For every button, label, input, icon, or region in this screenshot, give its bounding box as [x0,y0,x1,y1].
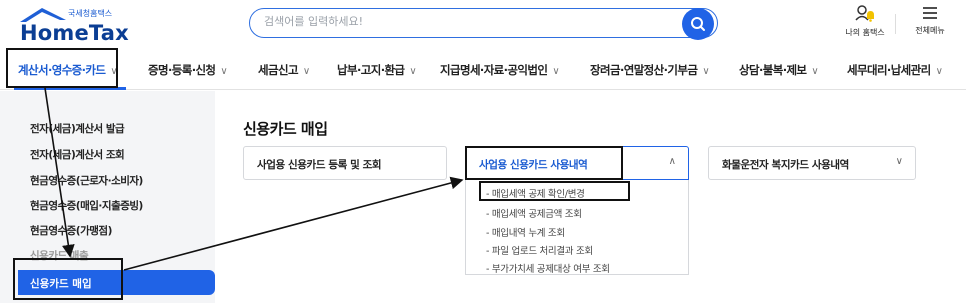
chevron-down-icon: ∨ [409,66,417,77]
sidebar-item-e-invoice-issue[interactable]: 전자(세금)계산서 발급 [30,121,125,136]
submenu-item-deduction-amount[interactable]: - 매입세액 공제금액 조회 [486,206,582,220]
search-bar [249,8,718,38]
chevron-up-icon: ∧ [668,156,676,167]
sidebar-item-cash-receipt-purchase[interactable]: 현금영수증(매입·지출증빙) [30,198,143,213]
gnb-item-payment[interactable]: 납부·고지·환급 ∨ [337,62,417,78]
header: 국세청홈택스 HomeTax 나의 홈택스 [0,0,966,48]
submenu-item-vat-eligibility[interactable]: - 부가가치세 공제대상 여부 조회 [486,261,610,275]
all-menu-button[interactable]: 전체메뉴 [905,4,955,44]
my-hometax-button[interactable]: 나의 홈택스 [838,4,892,44]
submenu-item-upload-result[interactable]: - 파일 업로드 처리결과 조회 [486,243,593,257]
chevron-down-icon: ∨ [302,66,310,77]
sidebar-item-cash-receipt-consumer[interactable]: 현금영수증(근로자·소비자) [30,173,143,188]
gnb-item-incentives[interactable]: 장려금·연말정산·기부금 ∨ [590,62,710,78]
search-input[interactable] [264,15,674,28]
gnb-item-certificates[interactable]: 증명·등록·신청 ∨ [148,62,228,78]
chevron-down-icon: ∨ [935,66,943,77]
chevron-down-icon: ∨ [702,66,710,77]
sidebar-item-cash-receipt-merchant[interactable]: 현금영수증(가맹점) [30,223,112,238]
card-label: 사업용 신용카드 등록 및 조회 [257,159,382,171]
card-business-card-register[interactable]: 사업용 신용카드 등록 및 조회 [243,146,447,180]
gnb-item-tax-filing[interactable]: 세금신고 ∨ [258,62,310,78]
gnb-label: 지급명세·자료·공익법인 [440,63,548,77]
highlight-box-gnb [6,48,118,88]
gnb-label: 증명·등록·신청 [148,63,216,77]
gnb-item-tax-agent[interactable]: 세무대리·납세관리 ∨ [847,62,943,78]
all-menu-label: 전체메뉴 [915,26,945,35]
chevron-down-icon: ∨ [220,66,228,77]
logo-subtitle: 국세청홈택스 [68,9,113,18]
submenu-item-cumulative[interactable]: - 매입내역 누계 조회 [486,225,565,239]
logo-title: HomeTax [20,21,129,45]
card-cargo-driver-welfare[interactable]: 화물운전자 복지카드 사용내역 ∨ [708,146,916,180]
search-icon [691,17,705,31]
my-hometax-label: 나의 홈택스 [845,28,885,37]
gnb-label: 납부·고지·환급 [337,63,405,77]
hamburger-icon [923,7,937,19]
highlight-box-sidebar [13,258,123,300]
hometax-page: 국세청홈택스 HomeTax 나의 홈택스 [0,0,966,303]
chevron-down-icon: ∨ [811,66,819,77]
gnb-item-consultation[interactable]: 상담·불복·제보 ∨ [739,62,819,78]
gnb-label: 세무대리·납세관리 [847,63,931,77]
card-label: 화물운전자 복지카드 사용내역 [722,159,849,171]
sidebar-item-e-invoice-search[interactable]: 전자(세금)계산서 조회 [30,147,125,162]
chevron-down-icon: ∨ [552,66,560,77]
gnb-label: 장려금·연말정산·기부금 [590,63,698,77]
page-title: 신용카드 매입 [243,120,328,138]
gnb-item-statements[interactable]: 지급명세·자료·공익법인 ∨ [440,62,560,78]
header-divider [895,14,896,34]
hometax-logo[interactable]: 국세청홈택스 HomeTax [16,4,129,45]
highlight-box-submenu [479,181,630,201]
highlight-box-card [465,146,623,180]
global-nav: 계산서·영수증·카드 ∨ 증명·등록·신청 ∨ 세금신고 ∨ 납부·고지·환급 ∨ 지급… [0,50,966,90]
gnb-label: 세금신고 [258,63,299,77]
user-bell-icon [855,5,874,22]
chevron-down-icon: ∨ [895,156,903,167]
search-button[interactable] [682,8,714,40]
gnb-label: 상담·불복·제보 [739,63,807,77]
